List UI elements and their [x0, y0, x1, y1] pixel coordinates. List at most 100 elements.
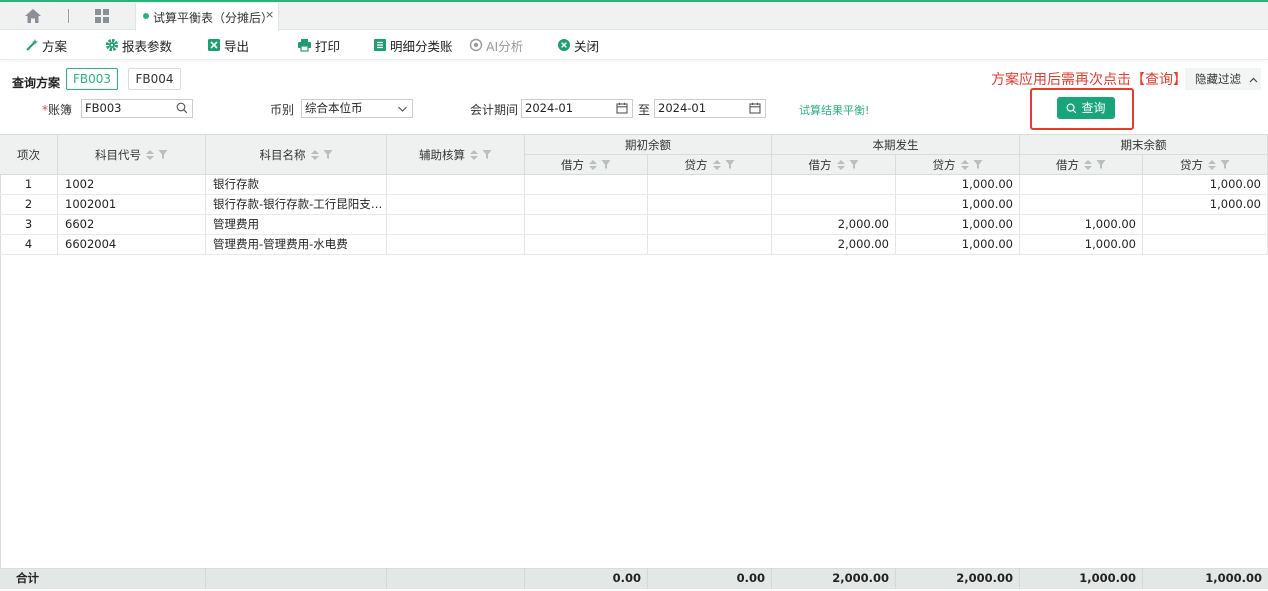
app-grid-icon[interactable]	[94, 8, 110, 24]
export-button[interactable]: 导出	[207, 36, 249, 54]
report-params-button[interactable]: 报表参数	[105, 36, 172, 54]
cell-closing-debit[interactable]	[1020, 195, 1143, 215]
sort-icon[interactable]	[960, 159, 970, 171]
period-to-input[interactable]: 2024-01	[654, 99, 766, 118]
excel-icon	[208, 39, 220, 51]
filter-icon[interactable]	[1220, 159, 1230, 170]
cell-opening-debit[interactable]	[525, 195, 648, 215]
col-header-name[interactable]: 科目名称	[206, 135, 387, 175]
sort-icon[interactable]	[310, 149, 320, 161]
printer-icon	[298, 39, 311, 52]
cell-index[interactable]: 2	[0, 195, 58, 215]
sort-icon[interactable]	[588, 159, 598, 171]
filter-icon[interactable]	[601, 159, 611, 170]
cell-closing-debit[interactable]	[1020, 175, 1143, 195]
cell-opening-debit[interactable]	[525, 215, 648, 235]
col-header-period-credit[interactable]: 贷方	[896, 155, 1020, 175]
ledger-input[interactable]: FB003	[81, 99, 193, 118]
cell-code[interactable]: 6602	[58, 215, 206, 235]
cell-name[interactable]: 管理费用	[206, 215, 387, 235]
cell-name[interactable]: 银行存款	[206, 175, 387, 195]
cell-opening-credit[interactable]	[648, 235, 772, 255]
cell-period-credit[interactable]: 1,000.00	[896, 235, 1020, 255]
ai-icon	[469, 38, 483, 52]
filter-icon[interactable]	[973, 159, 983, 170]
calendar-icon[interactable]	[749, 102, 761, 114]
footer-period-debit: 2,000.00	[772, 568, 896, 589]
ai-analysis-button[interactable]: AI分析	[469, 36, 523, 54]
plan-button[interactable]: 方案	[25, 36, 67, 54]
cell-closing-credit[interactable]: 1,000.00	[1143, 195, 1268, 215]
cell-period-debit[interactable]: 2,000.00	[772, 215, 896, 235]
cell-code[interactable]: 1002001	[58, 195, 206, 215]
debit-label: 借方	[1056, 157, 1079, 172]
cell-name[interactable]: 管理费用-管理费用-水电费	[206, 235, 387, 255]
col-header-opening-credit[interactable]: 贷方	[648, 155, 772, 175]
col-header-closing-debit[interactable]: 借方	[1020, 155, 1143, 175]
col-header-aux[interactable]: 辅助核算	[387, 135, 525, 175]
period-from-input[interactable]: 2024-01	[521, 99, 633, 118]
home-icon[interactable]	[24, 8, 42, 24]
cell-opening-credit[interactable]	[648, 195, 772, 215]
cell-period-credit[interactable]: 1,000.00	[896, 195, 1020, 215]
filter-icon[interactable]	[1096, 159, 1106, 170]
filter-icon[interactable]	[725, 159, 735, 170]
cell-aux[interactable]	[387, 235, 525, 255]
col-index-label: 项次	[17, 147, 40, 162]
cell-aux[interactable]	[387, 175, 525, 195]
plan-chip-fb003[interactable]: FB003	[66, 68, 118, 90]
cell-code[interactable]: 1002	[58, 175, 206, 195]
cell-closing-credit[interactable]	[1143, 215, 1268, 235]
cell-period-debit[interactable]	[772, 175, 896, 195]
cell-closing-debit[interactable]: 1,000.00	[1020, 235, 1143, 255]
cell-index[interactable]: 3	[0, 215, 58, 235]
cell-closing-credit[interactable]	[1143, 235, 1268, 255]
tab-close-icon[interactable]: ×	[265, 8, 274, 21]
plan-chip-fb004[interactable]: FB004	[128, 68, 181, 90]
cell-opening-debit[interactable]	[525, 175, 648, 195]
cell-period-credit[interactable]: 1,000.00	[896, 215, 1020, 235]
cell-opening-credit[interactable]	[648, 175, 772, 195]
cell-closing-credit[interactable]: 1,000.00	[1143, 175, 1268, 195]
filter-icon[interactable]	[482, 149, 492, 160]
cell-closing-debit[interactable]: 1,000.00	[1020, 215, 1143, 235]
col-header-closing-credit[interactable]: 贷方	[1143, 155, 1268, 175]
sort-icon[interactable]	[1083, 159, 1093, 171]
closing-label: 期末余额	[1120, 137, 1167, 152]
sort-icon[interactable]	[836, 159, 846, 171]
calendar-icon[interactable]	[616, 102, 628, 114]
sort-icon[interactable]	[469, 149, 479, 161]
col-header-opening-debit[interactable]: 借方	[525, 155, 648, 175]
col-header-period-debit[interactable]: 借方	[772, 155, 896, 175]
cell-aux[interactable]	[387, 195, 525, 215]
cell-period-debit[interactable]	[772, 195, 896, 215]
footer-empty	[206, 568, 387, 589]
col-header-code[interactable]: 科目代号	[58, 135, 206, 175]
print-button[interactable]: 打印	[297, 36, 340, 54]
cell-opening-credit[interactable]	[648, 215, 772, 235]
query-button[interactable]: 查询	[1057, 97, 1115, 119]
cell-code[interactable]: 6602004	[58, 235, 206, 255]
sort-icon[interactable]	[1207, 159, 1217, 171]
cell-name[interactable]: 银行存款-银行存款-工行昆阳支行...	[206, 195, 387, 215]
detail-ledger-button[interactable]: 明细分类账	[373, 36, 453, 54]
close-button[interactable]: 关闭	[557, 36, 599, 54]
cell-aux[interactable]	[387, 215, 525, 235]
tab-trial-balance[interactable]: 试算平衡表（分摊后） ×	[135, 3, 279, 31]
filter-icon[interactable]	[849, 159, 859, 170]
cell-index[interactable]: 1	[0, 175, 58, 195]
cell-opening-debit[interactable]	[525, 235, 648, 255]
hide-filter-toggle[interactable]: 隐藏过滤	[1185, 68, 1261, 90]
filter-icon[interactable]	[158, 149, 168, 160]
magic-wand-icon	[26, 39, 38, 51]
cell-index[interactable]: 4	[0, 235, 58, 255]
cell-period-debit[interactable]: 2,000.00	[772, 235, 896, 255]
sort-icon[interactable]	[712, 159, 722, 171]
filter-icon[interactable]	[323, 149, 333, 160]
footer-closing-credit: 1,000.00	[1205, 571, 1262, 585]
cell-period-credit[interactable]: 1,000.00	[896, 175, 1020, 195]
sort-icon[interactable]	[145, 149, 155, 161]
period-to-label: 至	[638, 103, 651, 117]
search-icon[interactable]	[176, 102, 188, 114]
currency-select[interactable]: 综合本位币	[301, 99, 413, 118]
